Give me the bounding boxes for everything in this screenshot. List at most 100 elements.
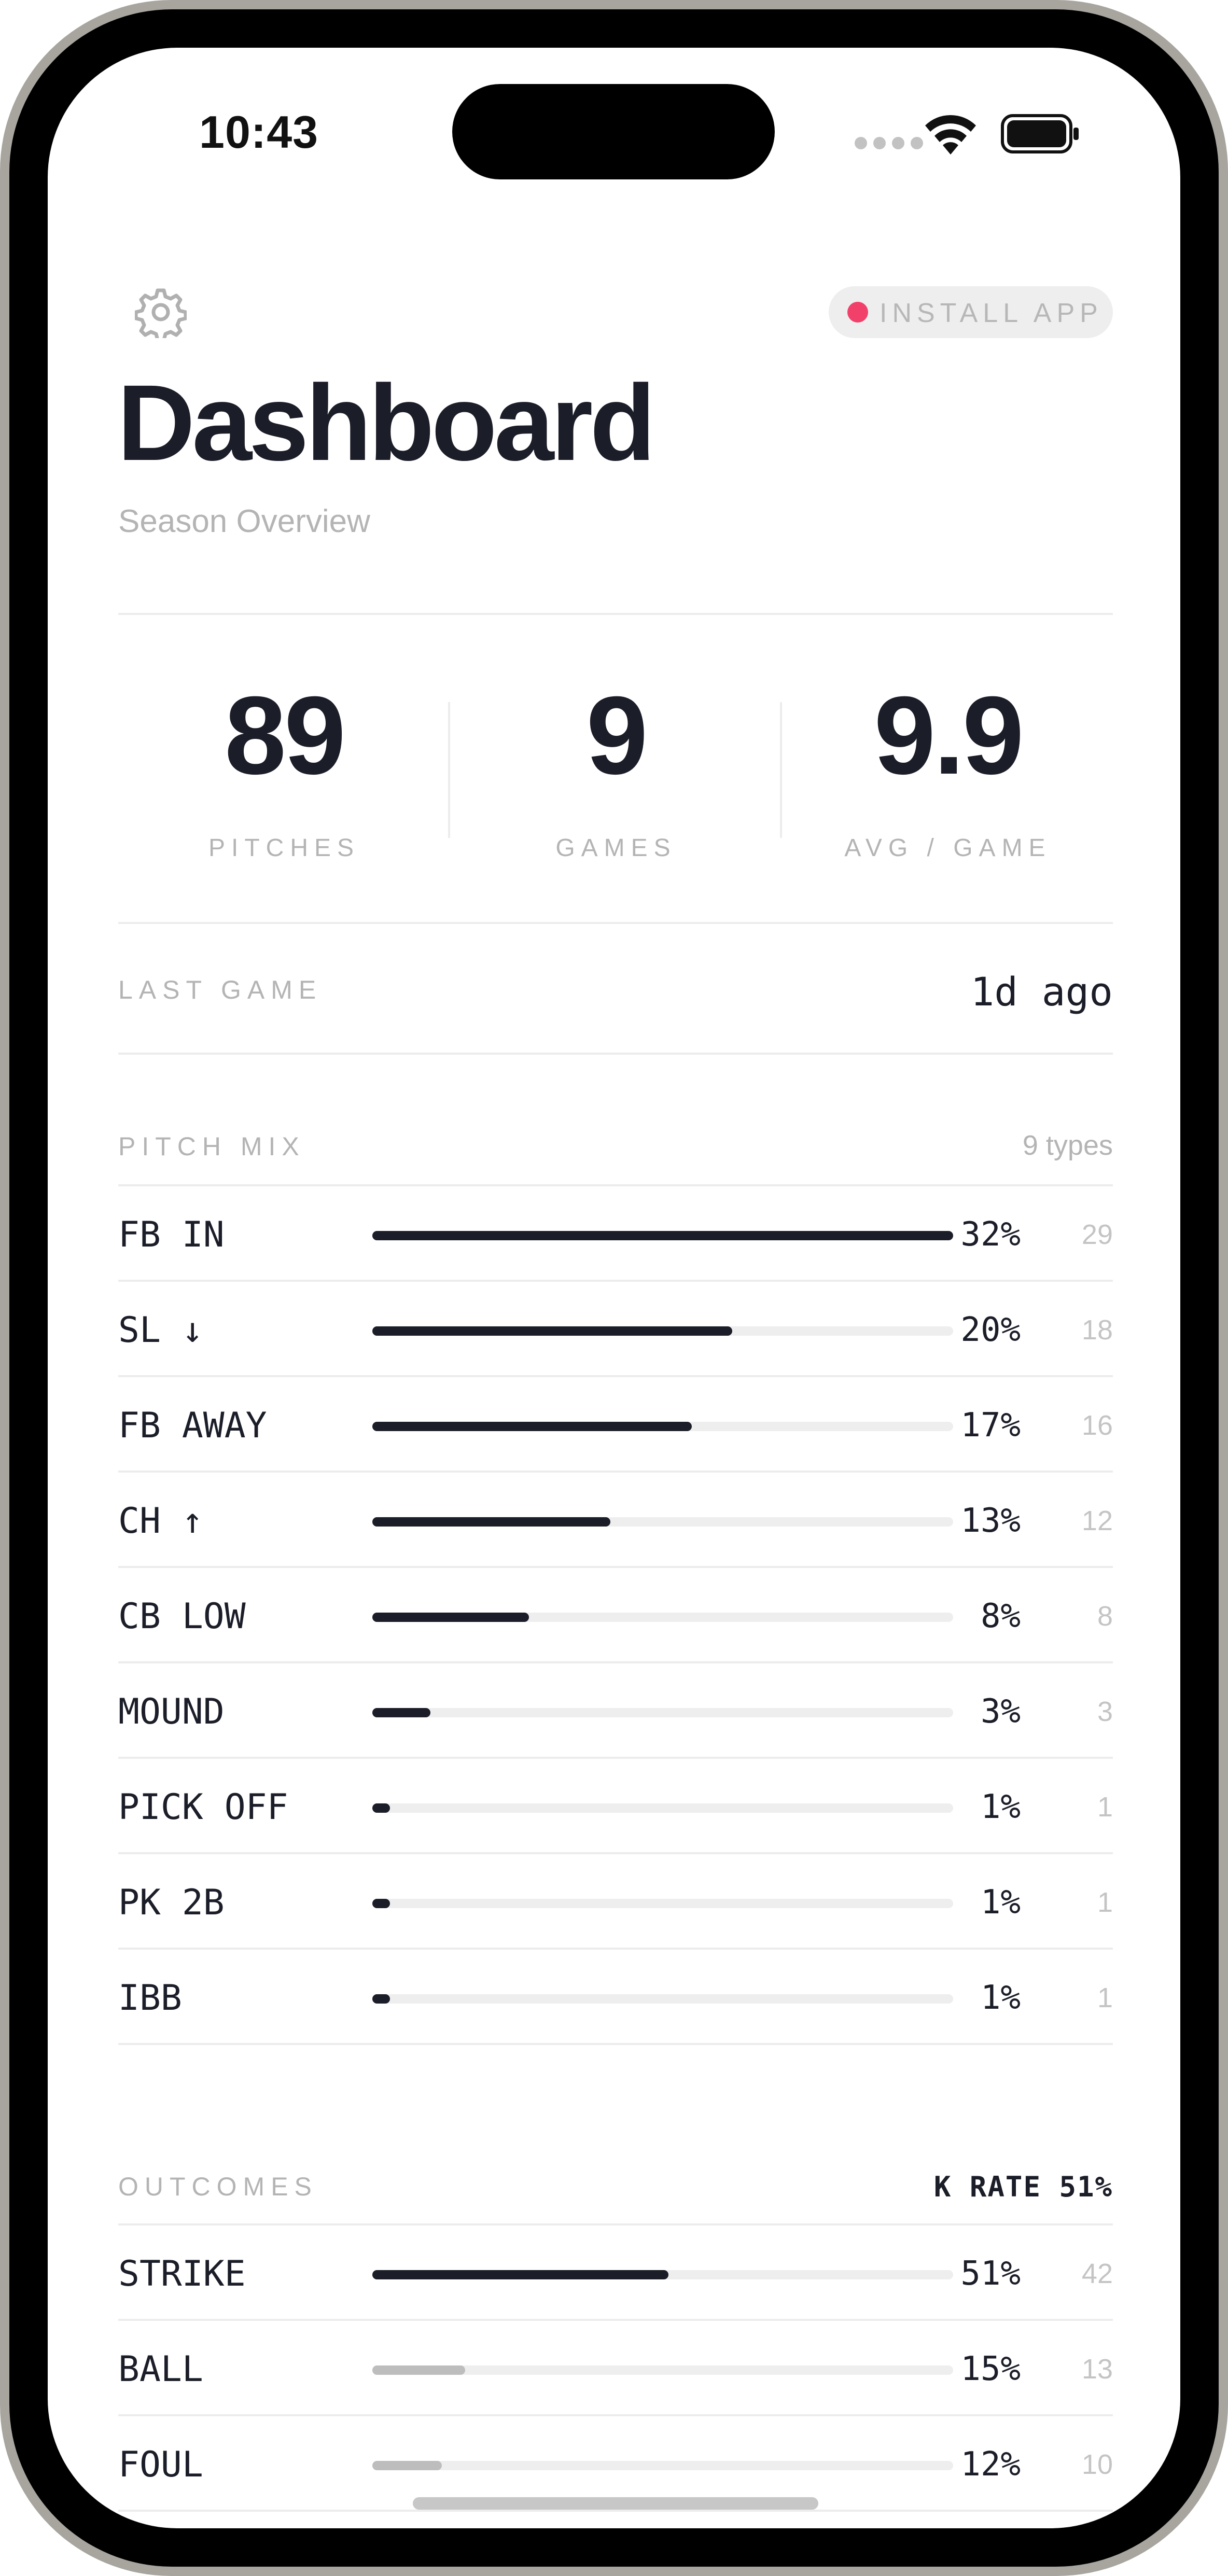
stat-label: GAMES — [555, 834, 677, 862]
install-app-button[interactable]: INSTALL APP — [829, 286, 1113, 338]
outcome-count: 10 — [1081, 2449, 1113, 2480]
pitch-mix-type-count: 9 types — [1022, 1130, 1113, 1161]
pitch-mix-bar-track — [372, 1899, 953, 1908]
stat-value: 89 — [224, 674, 346, 797]
pitch-mix-percent: 1% — [980, 1883, 1021, 1922]
install-app-label: INSTALL APP — [880, 298, 1103, 328]
pitch-mix-row[interactable]: CH ↑ 13% 12 — [118, 1473, 1113, 1568]
stat-label: AVG / GAME — [844, 834, 1052, 862]
outcome-row[interactable]: STRIKE 51% 42 — [118, 2225, 1113, 2321]
stat-label: PITCHES — [208, 834, 360, 862]
pitch-mix-count: 16 — [1081, 1410, 1113, 1441]
pitch-mix-name: FB AWAY — [118, 1405, 267, 1446]
outcome-bar-track — [372, 2270, 953, 2279]
pitch-mix-count: 29 — [1081, 1219, 1113, 1250]
pitch-mix-bar-fill — [372, 1613, 529, 1622]
pitch-mix-percent: 17% — [960, 1406, 1021, 1445]
pitch-mix-name: IBB — [118, 1978, 182, 2019]
pitch-mix-name: PK 2B — [118, 1882, 225, 1923]
outcome-bar-fill — [372, 2365, 466, 2375]
pitch-mix-name: FB IN — [118, 1214, 225, 1255]
home-indicator[interactable] — [413, 2497, 818, 2510]
pitch-mix-row[interactable]: PICK OFF 1% 1 — [118, 1759, 1113, 1854]
outcome-name: STRIKE — [118, 2253, 246, 2294]
stat-value: 9 — [586, 674, 648, 797]
pitch-mix-bar-fill — [372, 1517, 611, 1527]
pitch-mix-row[interactable]: PK 2B 1% 1 — [118, 1854, 1113, 1950]
dynamic-island — [452, 84, 775, 179]
pitch-mix-percent: 1% — [980, 1788, 1021, 1826]
pitch-mix-count: 3 — [1097, 1696, 1113, 1727]
pitch-mix-bar-track — [372, 1613, 953, 1622]
pitch-mix-percent: 8% — [980, 1597, 1021, 1635]
pitch-mix-name: PICK OFF — [118, 1787, 288, 1828]
status-dot-icon — [847, 302, 868, 323]
pitch-mix-bar-track — [372, 1708, 953, 1717]
pitch-mix-bar-fill — [372, 1708, 430, 1717]
pitch-mix-title: PITCH MIX — [118, 1132, 305, 1161]
pitch-mix-count: 18 — [1081, 1314, 1113, 1346]
outcome-percent: 12% — [960, 2445, 1021, 2484]
outcome-count: 13 — [1081, 2354, 1113, 2385]
outcome-name: FOUL — [118, 2444, 203, 2485]
pitch-mix-count: 1 — [1097, 1887, 1113, 1918]
pitch-mix-row[interactable]: MOUND 3% 3 — [118, 1663, 1113, 1759]
pitch-mix-bar-track — [372, 1803, 953, 1813]
last-game-value: 1d ago — [970, 969, 1113, 1015]
pitch-mix-row[interactable]: IBB 1% 1 — [118, 1950, 1113, 2045]
pitch-mix-bar-fill — [372, 1803, 390, 1813]
stat-value: 9.9 — [874, 674, 1024, 797]
outcome-row[interactable]: BALL 15% 13 — [118, 2321, 1113, 2416]
pitch-mix-name: CH ↑ — [118, 1501, 203, 1542]
gear-icon[interactable] — [135, 286, 187, 338]
pitch-mix-bar-fill — [372, 1422, 692, 1431]
divider — [118, 1053, 1113, 1055]
outcome-count: 42 — [1081, 2258, 1113, 2289]
outcome-percent: 15% — [960, 2350, 1021, 2388]
outcome-row[interactable]: HIT9%8 — [118, 2512, 1113, 2528]
pitch-mix-count: 12 — [1081, 1505, 1113, 1536]
pitch-mix-row[interactable]: SL ↓ 20% 18 — [118, 1282, 1113, 1377]
outcomes-title: OUTCOMES — [118, 2172, 318, 2201]
outcome-name: BALL — [118, 2349, 203, 2390]
pitch-mix-percent: 20% — [960, 1311, 1021, 1349]
wifi-icon — [925, 115, 976, 155]
pitch-mix-percent: 1% — [980, 1979, 1021, 2017]
pitch-mix-percent: 3% — [980, 1692, 1021, 1731]
pitch-mix-count: 1 — [1097, 1791, 1113, 1823]
outcome-percent: 51% — [960, 2255, 1021, 2293]
pitch-mix-name: MOUND — [118, 1691, 225, 1732]
outcome-bar-track — [372, 2461, 953, 2470]
last-game-label: LAST GAME — [118, 975, 323, 1004]
pitch-mix-bar-fill — [372, 1326, 733, 1336]
pitch-mix-bar-track — [372, 1994, 953, 2004]
pitch-mix-bar-track — [372, 1231, 953, 1240]
pitch-mix-bar-track — [372, 1517, 953, 1527]
pitch-mix-bar-track — [372, 1422, 953, 1431]
stat-games: 9 GAMES — [450, 680, 782, 862]
battery-icon — [1001, 114, 1079, 153]
divider — [118, 2043, 1113, 2045]
divider — [118, 613, 1113, 615]
page-title: Dashboard — [117, 363, 655, 483]
pitch-mix-percent: 13% — [960, 1502, 1021, 1540]
pitch-mix-count: 8 — [1097, 1601, 1113, 1632]
screen: 10:43 INSTALL APP Dashboard Season Overv… — [48, 48, 1180, 2528]
pitch-mix-bar-fill — [372, 1899, 390, 1908]
pitch-mix-percent: 32% — [960, 1215, 1021, 1254]
pitch-mix-row[interactable]: CB LOW 8% 8 — [118, 1568, 1113, 1663]
k-rate-value: K RATE 51% — [933, 2171, 1113, 2203]
divider — [118, 922, 1113, 924]
outcome-bar-fill — [372, 2270, 669, 2279]
pitch-mix-name: SL ↓ — [118, 1310, 203, 1351]
pitch-mix-name: CB LOW — [118, 1596, 246, 1637]
pitch-mix-count: 1 — [1097, 1982, 1113, 2013]
pitch-mix-row[interactable]: FB IN 32% 29 — [118, 1186, 1113, 1282]
cellular-signal-icon — [855, 137, 923, 149]
pitch-mix-bar-fill — [372, 1231, 953, 1240]
stat-pitches: 89 PITCHES — [118, 680, 450, 862]
page-subtitle: Season Overview — [118, 503, 370, 539]
pitch-mix-row[interactable]: FB AWAY 17% 16 — [118, 1377, 1113, 1473]
status-time: 10:43 — [199, 106, 319, 158]
outcome-bar-fill — [372, 2461, 442, 2470]
